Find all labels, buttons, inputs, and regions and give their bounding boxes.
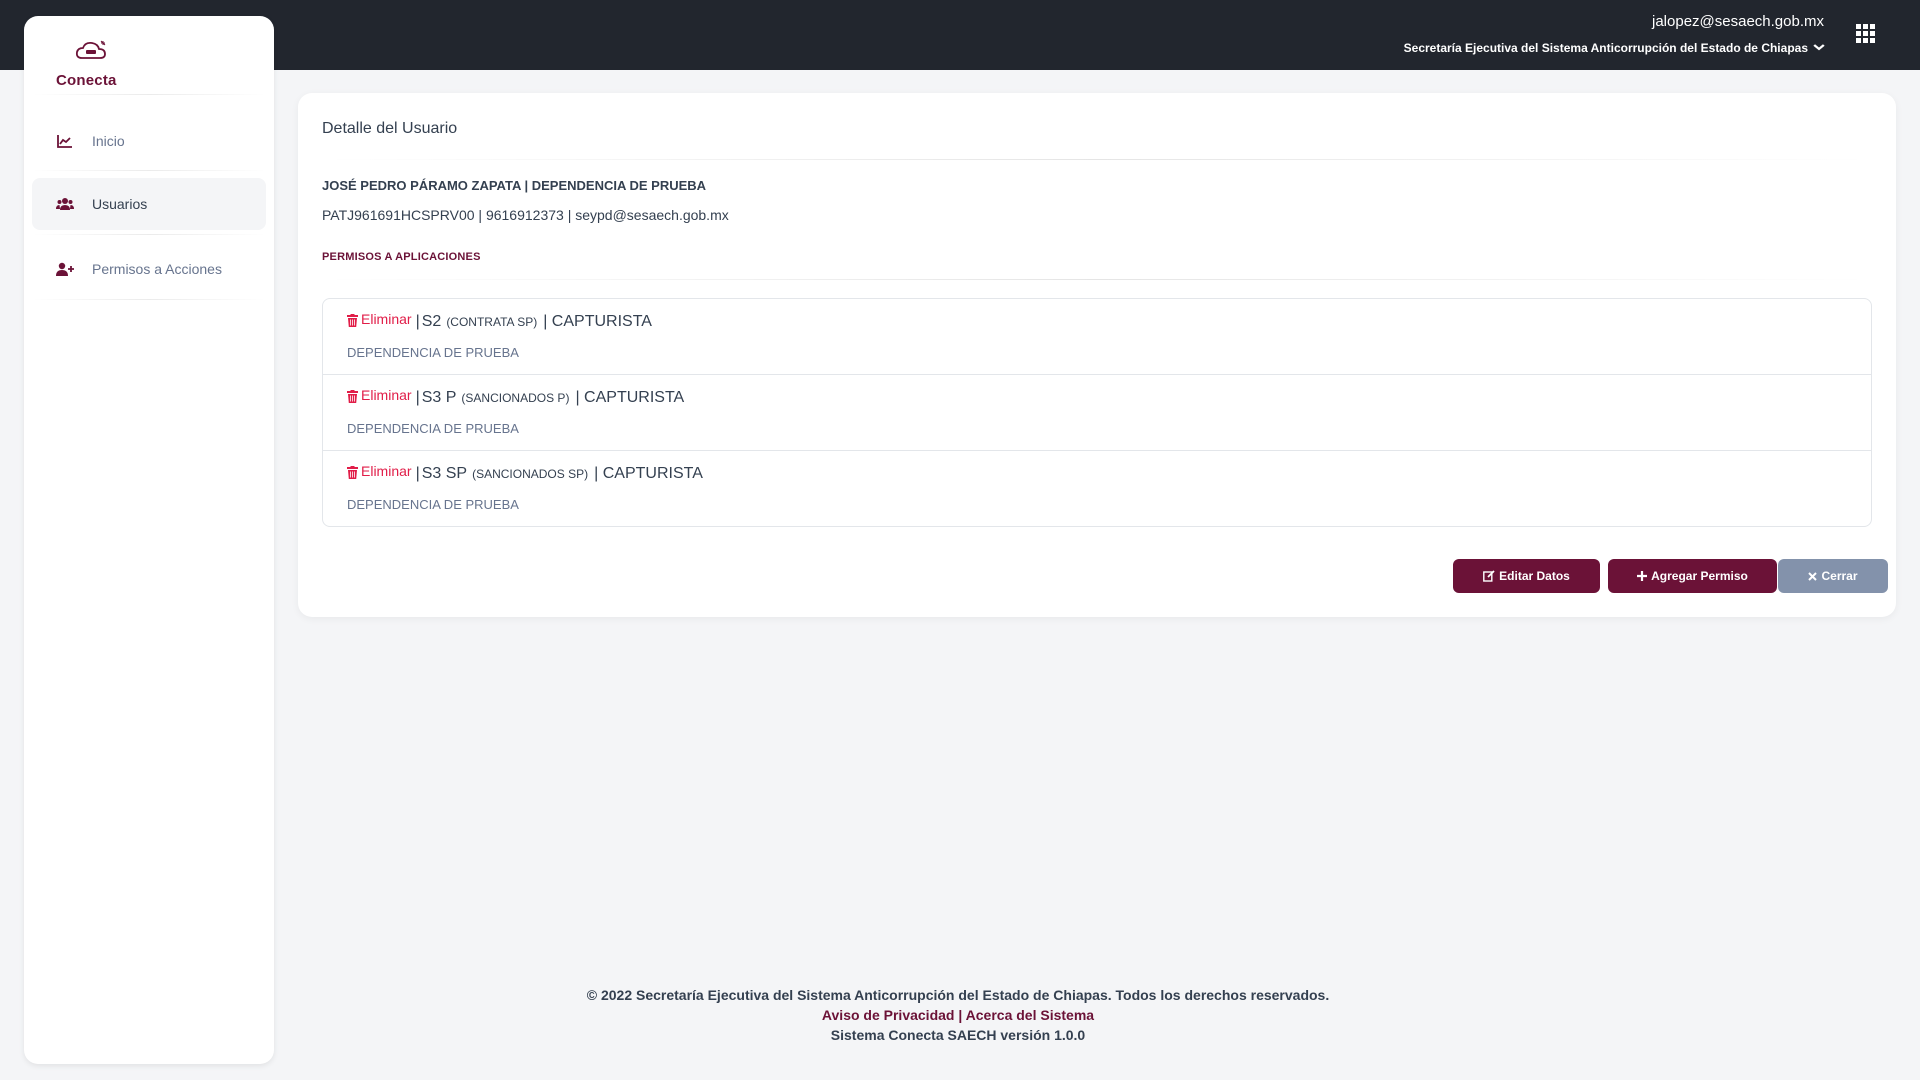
role-label: | CAPTURISTA	[594, 464, 703, 482]
page-title: Detalle del Usuario	[322, 120, 458, 137]
privacy-link[interactable]: Aviso de Privacidad	[822, 1007, 955, 1023]
app-code: S3 SP	[421, 464, 468, 482]
delete-permission-link[interactable]: Eliminar	[347, 463, 412, 479]
chart-line-icon	[56, 134, 74, 148]
role-label: | CAPTURISTA	[543, 312, 652, 330]
divider	[32, 299, 266, 300]
delete-label: Eliminar	[361, 387, 412, 403]
plus-icon	[1637, 571, 1648, 581]
permission-item: Eliminar | S3 P (SANCIONADOS P) | CAPTUR…	[323, 375, 1871, 451]
organization-name: Secretaría Ejecutiva del Sistema Anticor…	[1403, 41, 1808, 55]
divider	[322, 279, 1872, 280]
app-code: S3 P	[421, 388, 457, 406]
sidebar-item-label: Permisos a Acciones	[92, 261, 222, 277]
permission-item: Eliminar | S2 (CONTRATA SP) | CAPTURISTA…	[323, 299, 1871, 375]
permission-item: Eliminar | S3 SP (SANCIONADOS SP) | CAPT…	[323, 451, 1871, 526]
copyright-text: © 2022 Secretaría Ejecutiva del Sistema …	[586, 987, 1330, 1003]
user-detail-card: Detalle del Usuario JOSÉ PEDRO PÁRAMO ZA…	[298, 93, 1896, 617]
divider	[32, 94, 266, 95]
permissions-heading: PERMISOS A APLICACIONES	[322, 251, 481, 263]
close-button[interactable]: Cerrar	[1778, 559, 1888, 593]
role-label: | CAPTURISTA	[575, 388, 685, 406]
sidebar-item-inicio[interactable]: Inicio	[32, 115, 266, 167]
user-name-dependency: JOSÉ PEDRO PÁRAMO ZAPATA | DEPENDENCIA D…	[322, 178, 707, 193]
close-label: Cerrar	[1821, 569, 1858, 583]
edit-icon	[1483, 570, 1495, 582]
delete-label: Eliminar	[361, 311, 412, 327]
edit-data-label: Editar Datos	[1499, 569, 1570, 583]
user-menu[interactable]: jalopez@sesaech.gob.mx Secretaría Ejecut…	[1403, 12, 1825, 56]
sidebar: Conecta Inicio Usuarios Permisos a Accio…	[24, 16, 274, 1064]
divider	[32, 234, 266, 235]
delete-permission-link[interactable]: Eliminar	[347, 311, 412, 327]
chevron-down-icon	[1813, 40, 1825, 56]
cloud-logo-icon	[75, 40, 106, 59]
divider	[32, 170, 266, 171]
permission-dependency: DEPENDENCIA DE PRUEBA	[347, 421, 519, 436]
user-email: jalopez@sesaech.gob.mx	[1652, 13, 1824, 30]
separator: |	[415, 464, 420, 482]
users-icon	[56, 197, 74, 211]
sidebar-item-permisos-acciones[interactable]: Permisos a Acciones	[32, 243, 266, 295]
add-permission-label: Agregar Permiso	[1651, 569, 1748, 583]
app-name: (CONTRATA SP)	[446, 314, 538, 329]
top-header: jalopez@sesaech.gob.mx Secretaría Ejecut…	[0, 0, 1920, 70]
permission-dependency: DEPENDENCIA DE PRUEBA	[347, 345, 519, 360]
trash-icon	[347, 313, 358, 327]
app-logo[interactable]: Conecta	[56, 40, 136, 90]
footer-links: Aviso de Privacidad | Acerca del Sistema	[298, 1005, 1618, 1025]
delete-label: Eliminar	[361, 463, 412, 479]
edit-data-button[interactable]: Editar Datos	[1453, 559, 1600, 593]
app-name: (SANCIONADOS SP)	[472, 466, 589, 481]
version-text: Sistema Conecta SAECH versión 1.0.0	[830, 1027, 1086, 1043]
app-code: S2	[421, 312, 442, 330]
footer: © 2022 Secretaría Ejecutiva del Sistema …	[298, 985, 1618, 1045]
user-contact-info: PATJ961691HCSPRV00 | 9616912373 | seypd@…	[322, 207, 729, 223]
add-permission-button[interactable]: Agregar Permiso	[1608, 559, 1777, 593]
apps-grid-icon[interactable]	[1856, 24, 1876, 43]
about-link[interactable]: Acerca del Sistema	[966, 1007, 1094, 1023]
permission-dependency: DEPENDENCIA DE PRUEBA	[347, 497, 519, 512]
sidebar-item-label: Inicio	[92, 133, 125, 149]
app-name: (SANCIONADOS P)	[461, 390, 570, 405]
link-separator: |	[958, 1007, 963, 1023]
separator: |	[415, 312, 420, 330]
divider	[322, 159, 1872, 160]
trash-icon	[347, 465, 358, 479]
sidebar-item-usuarios[interactable]: Usuarios	[32, 178, 266, 230]
user-plus-icon	[56, 262, 74, 276]
logo-text: Conecta	[56, 72, 117, 89]
separator: |	[415, 388, 420, 406]
delete-permission-link[interactable]: Eliminar	[347, 387, 412, 403]
permissions-list: Eliminar | S2 (CONTRATA SP) | CAPTURISTA…	[322, 298, 1872, 527]
trash-icon	[347, 389, 358, 403]
sidebar-item-label: Usuarios	[92, 196, 148, 212]
organization-selector[interactable]: Secretaría Ejecutiva del Sistema Anticor…	[1403, 40, 1825, 56]
close-icon	[1808, 571, 1818, 581]
